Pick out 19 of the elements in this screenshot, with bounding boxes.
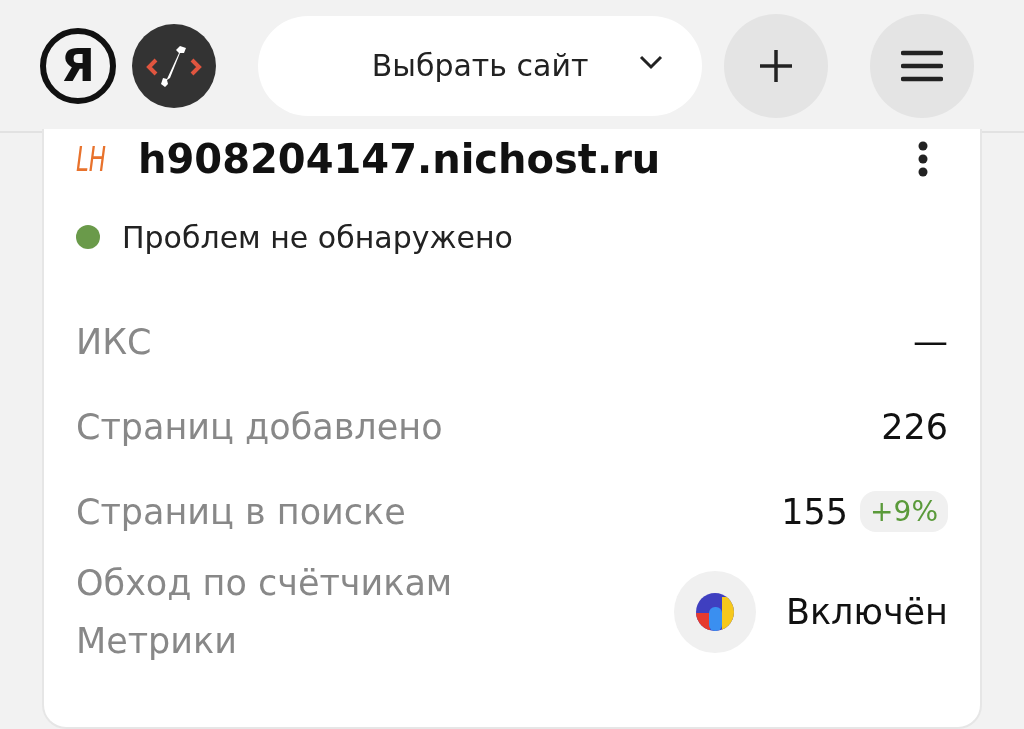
menu-icon [901,49,943,82]
site-favicon: LH [76,139,108,179]
row-label: ИКС [76,320,152,364]
row-label: Страниц в поиске [76,490,406,534]
row-value: Включён [785,592,948,632]
row-value: 155 [781,491,849,532]
change-badge: +9% [860,491,948,532]
wrench-code-icon[interactable] [132,23,216,108]
status-text: Проблем не обнаружено [122,219,513,255]
row-label: Страниц добавлено [76,405,443,449]
yandex-logo[interactable]: Я [40,27,116,104]
more-icon [918,141,928,177]
plus-icon [758,47,794,84]
row-value: 226 [881,406,948,447]
chevron-down-icon [638,53,664,70]
site-name[interactable]: h908204147.nichost.ru [138,136,898,182]
site-select[interactable]: Выбрать сайт [258,15,702,116]
row-label: Обход по счётчикам Метрики [76,562,454,663]
row-value: — [913,321,948,362]
